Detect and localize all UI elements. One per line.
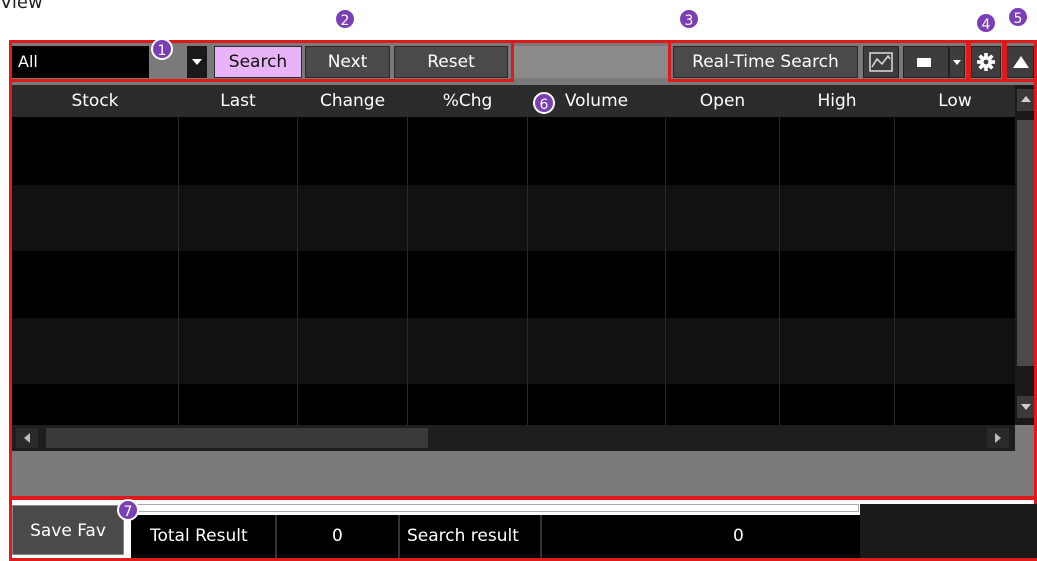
callout-badge-3: 3 (678, 8, 700, 30)
stat-divider (540, 515, 542, 558)
annotation-box-panel (9, 40, 1037, 499)
callout-badge-6: 6 (533, 92, 555, 114)
annotation-box-collapse (1004, 40, 1037, 82)
stat-divider (275, 515, 277, 558)
annotation-box-search-controls (9, 40, 514, 82)
search-result-value: 0 (733, 526, 744, 546)
callout-badge-4: 4 (975, 12, 997, 34)
search-result-label: Search result (407, 526, 519, 546)
annotation-box-realtime (668, 40, 969, 82)
callout-badge-1: 1 (151, 38, 173, 60)
callout-badge-2: 2 (334, 8, 356, 30)
total-result-value: 0 (332, 526, 343, 546)
view-label: View (0, 0, 43, 13)
total-result-label: Total Result (150, 526, 248, 546)
stat-divider (398, 515, 400, 558)
footer-spacer (860, 504, 1037, 558)
save-fav-button[interactable]: Save Fav (12, 505, 124, 555)
callout-badge-7: 7 (117, 499, 139, 521)
progress-bar (131, 504, 859, 512)
callout-badge-5: 5 (1007, 6, 1029, 28)
annotation-box-settings (968, 40, 1005, 82)
